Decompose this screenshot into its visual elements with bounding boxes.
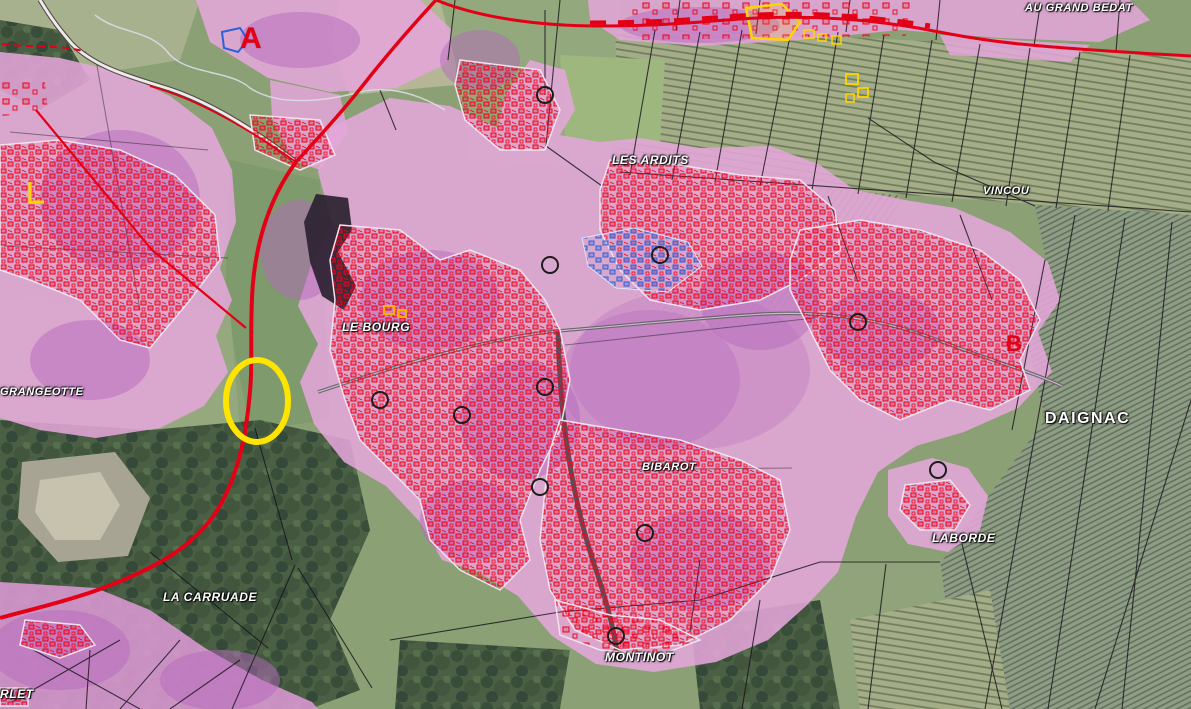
place-label-laborde: LABORDE <box>932 531 996 545</box>
place-label-au-grand-bedat: AU GRAND BEDAT <box>1025 2 1133 14</box>
commune-label-daignac: DAIGNAC <box>1045 410 1131 427</box>
place-label-le-bourg: LE BOURG <box>342 320 411 334</box>
place-label-montinot: MONTINOT <box>605 650 674 664</box>
zone-letter-b: B <box>1006 331 1022 356</box>
place-label-les-ardits: LES ARDITS <box>612 153 689 167</box>
zone-letter-a: A <box>240 22 262 55</box>
map-canvas[interactable]: AU GRAND BEDAT LES ARDITS VINCOU LE BOUR… <box>0 0 1191 709</box>
place-label-la-carruade: LA CARRUADE <box>163 590 258 604</box>
place-label-vincou: VINCOU <box>983 185 1030 197</box>
place-label-grangeotte: GRANGEOTTE <box>0 386 84 398</box>
place-label-rlet: RLET <box>0 687 34 701</box>
place-label-bibarot: BIBAROT <box>642 461 697 473</box>
